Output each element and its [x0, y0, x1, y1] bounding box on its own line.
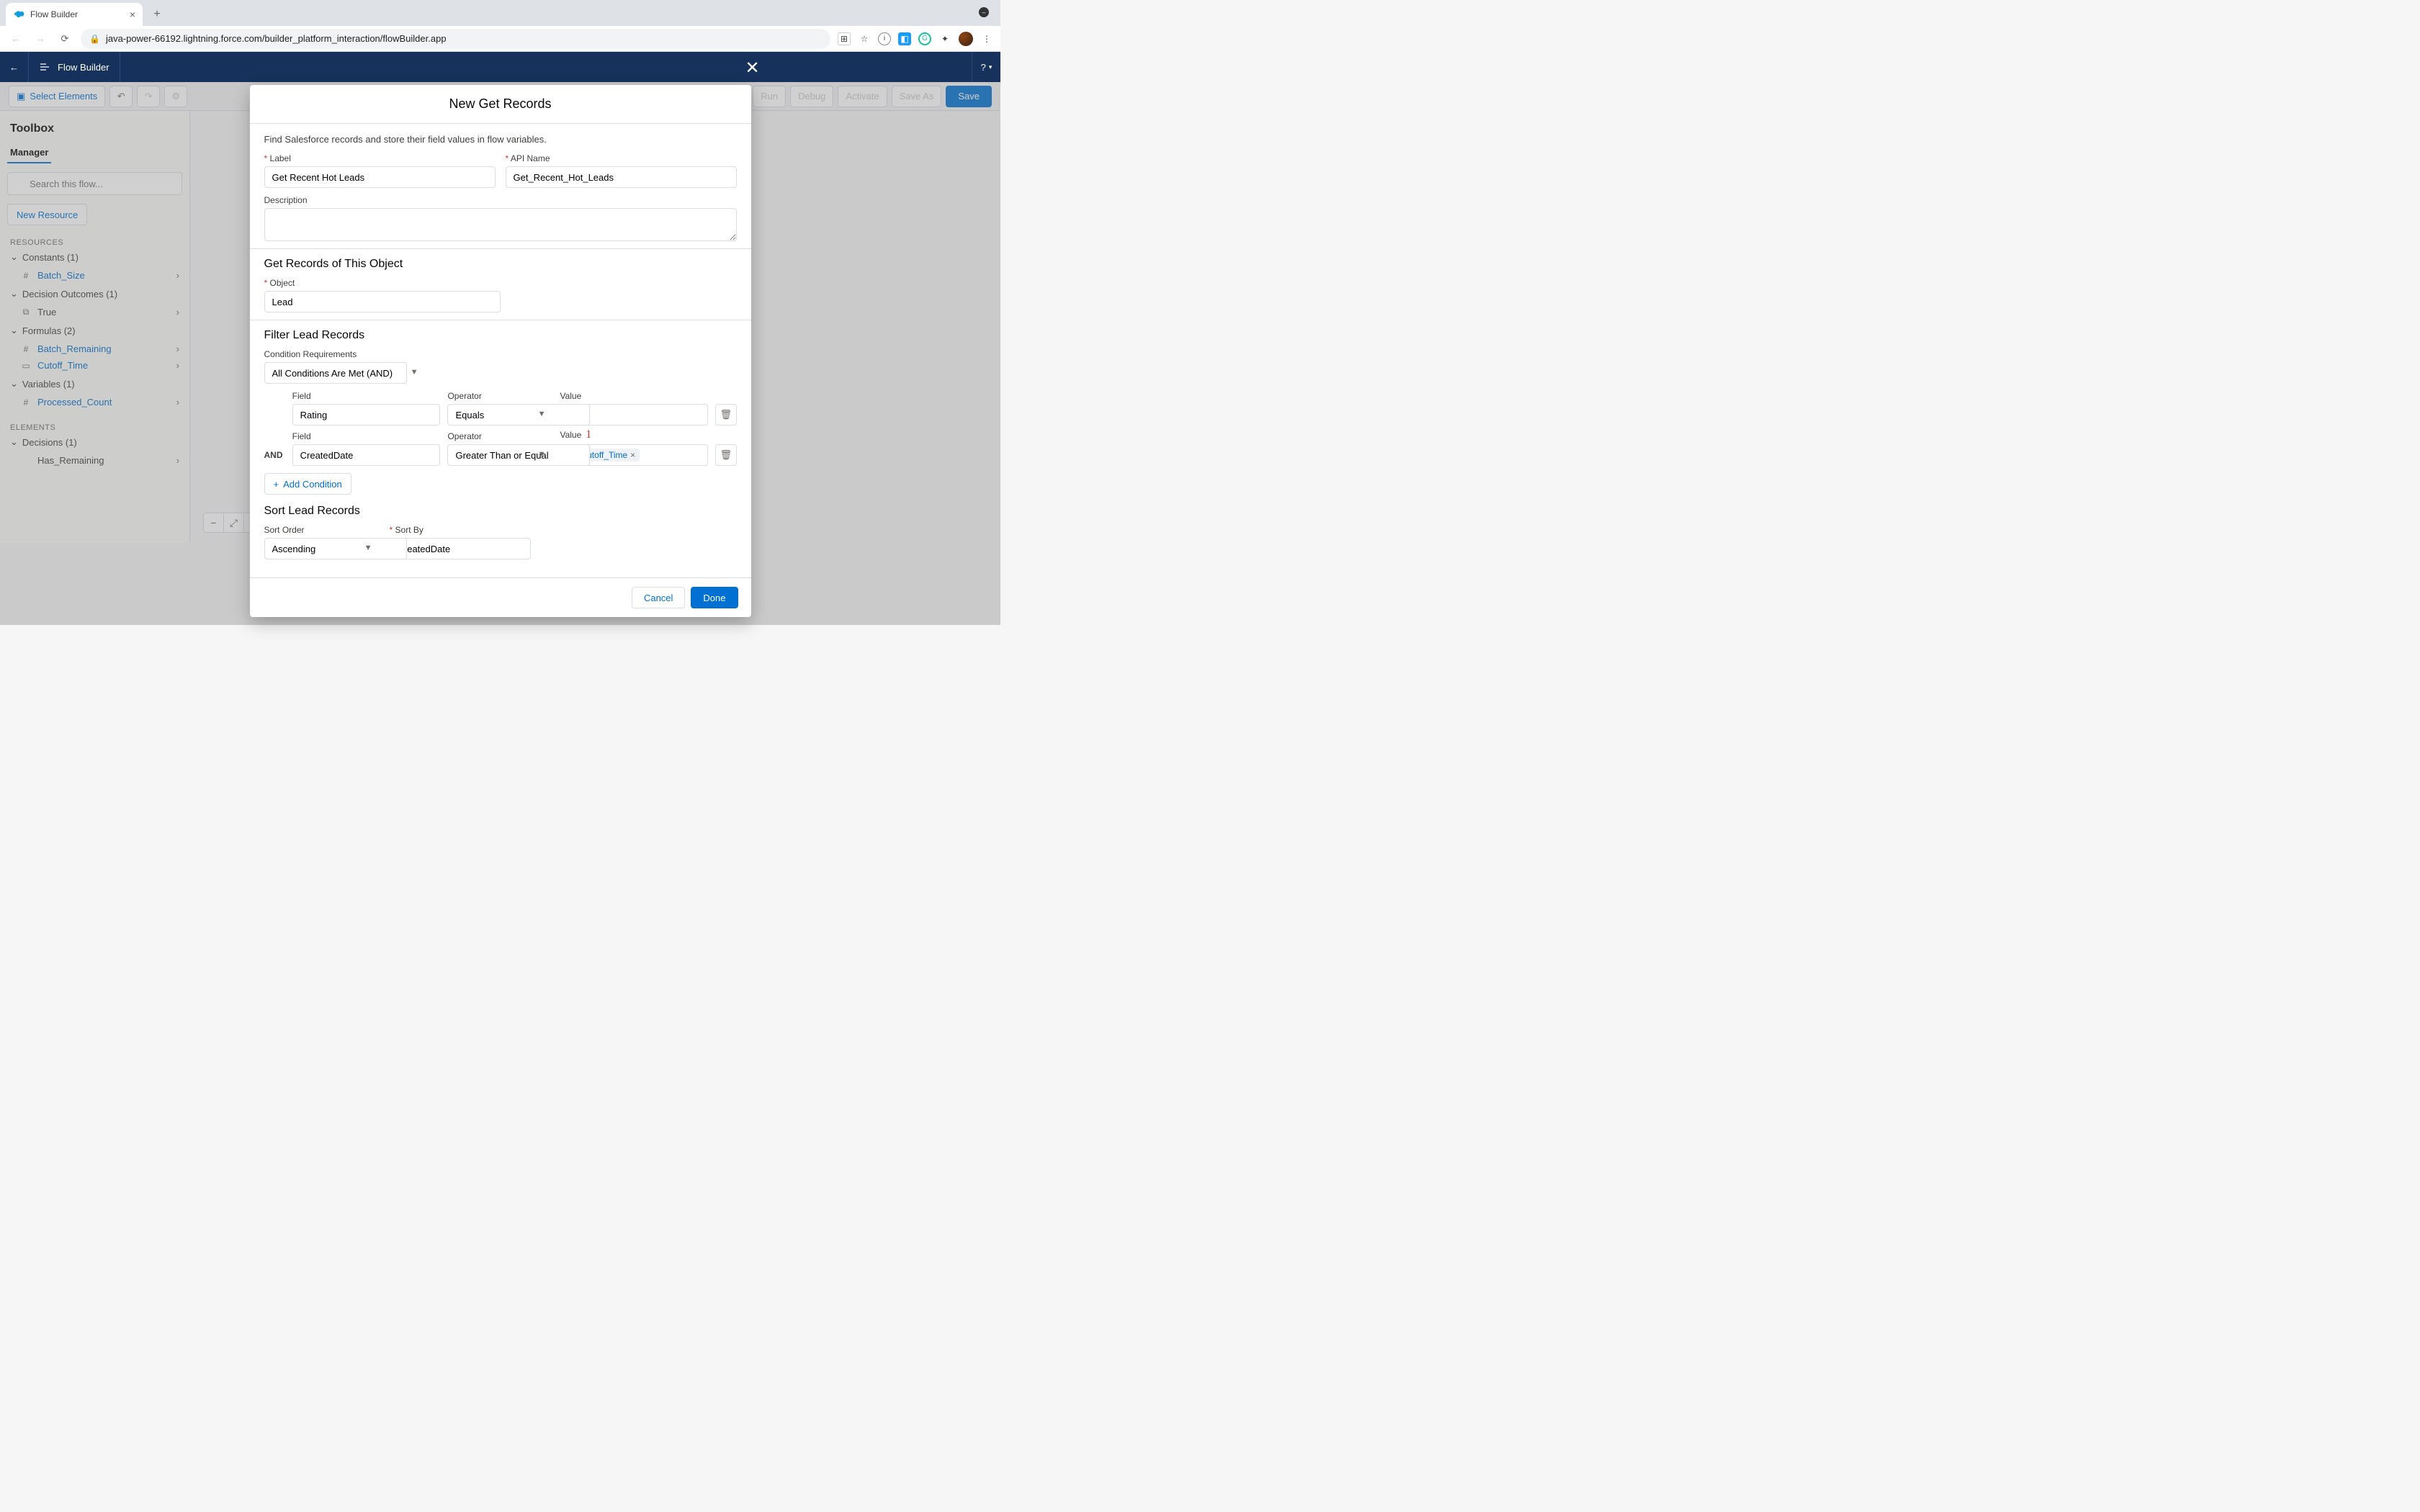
reload-icon[interactable]: ⟳: [56, 30, 73, 48]
and-label: AND: [264, 450, 285, 466]
tab-title: Flow Builder: [30, 9, 78, 19]
address-bar: ← → ⟳ 🔒 java-power-66192.lightning.force…: [0, 26, 1000, 52]
sort-by-label: * Sort By: [390, 525, 531, 535]
filter-section-header: Filter Lead Records: [250, 320, 751, 342]
delete-condition-button[interactable]: 🗑: [715, 404, 736, 426]
condition-operator-select[interactable]: [447, 404, 590, 426]
modal-close-x[interactable]: ✕: [745, 58, 760, 78]
salesforce-icon: [13, 9, 24, 20]
modal-title: New Get Records: [250, 85, 751, 124]
api-name-label: * API Name: [506, 153, 737, 163]
condition-req-select[interactable]: [264, 362, 407, 384]
modal-footer: Cancel Done: [250, 577, 751, 617]
condition-row: Field Operator ▼ Value 🗑: [264, 391, 737, 426]
url-text: java-power-66192.lightning.force.com/bui…: [106, 33, 447, 44]
plus-icon: +: [274, 479, 279, 490]
sort-by-input[interactable]: [390, 538, 531, 559]
sort-section-header: Sort Lead Records: [264, 505, 737, 518]
condition-req-label: Condition Requirements: [264, 349, 426, 359]
condition-field-input[interactable]: [292, 444, 441, 466]
browser-tab[interactable]: Flow Builder ×: [6, 3, 143, 26]
info-icon[interactable]: i: [878, 32, 891, 45]
new-tab-button[interactable]: +: [147, 4, 167, 24]
app-back-button[interactable]: ←: [0, 52, 29, 82]
extension-icons: ⊞ ☆ i ◧ G ✦ ⋮: [838, 32, 993, 46]
close-icon[interactable]: ×: [130, 9, 135, 20]
profile-avatar[interactable]: [959, 32, 973, 46]
remove-chip-icon[interactable]: ×: [630, 450, 635, 460]
star-icon[interactable]: ☆: [858, 32, 871, 45]
window-control-icon[interactable]: –: [979, 7, 989, 17]
url-field[interactable]: 🔒 java-power-66192.lightning.force.com/b…: [81, 29, 830, 49]
help-button[interactable]: ? ▾: [972, 52, 1000, 82]
extensions-icon[interactable]: ✦: [938, 32, 951, 45]
app-title: Flow Builder: [29, 52, 120, 82]
condition-row: AND Field Operator ▼ Value1 ▭: [264, 428, 737, 466]
translate-icon[interactable]: ⊞: [838, 32, 851, 45]
menu-icon[interactable]: ⋮: [980, 32, 993, 45]
chevron-down-icon: ▼: [411, 368, 418, 377]
browser-tabstrip: Flow Builder × + –: [0, 0, 1000, 26]
sort-order-select[interactable]: [264, 538, 407, 559]
modal-description: Find Salesforce records and store their …: [264, 134, 737, 145]
flow-icon: [39, 61, 50, 73]
object-input[interactable]: [264, 291, 501, 312]
label-input[interactable]: [264, 166, 496, 188]
get-records-modal: New Get Records Find Salesforce records …: [250, 85, 751, 617]
add-condition-button[interactable]: + Add Condition: [264, 473, 351, 495]
get-records-section-header: Get Records of This Object: [250, 248, 751, 271]
extension-icon-1[interactable]: ◧: [898, 32, 911, 45]
cancel-button[interactable]: Cancel: [632, 587, 685, 608]
app-header: ← Flow Builder ✕ ? ▾: [0, 52, 1000, 82]
sort-order-label: Sort Order: [264, 525, 380, 535]
grammarly-icon[interactable]: G: [918, 32, 931, 45]
label-field-label: * Label: [264, 153, 496, 163]
back-icon[interactable]: ←: [7, 30, 24, 48]
annotation-marker: 1: [586, 428, 591, 441]
delete-condition-button[interactable]: 🗑: [715, 444, 736, 466]
object-label: * Object: [264, 278, 501, 288]
api-name-input[interactable]: [506, 166, 737, 188]
trash-icon: 🗑: [720, 449, 732, 461]
description-label: Description: [264, 195, 737, 205]
lock-icon: 🔒: [89, 34, 100, 44]
trash-icon: 🗑: [720, 409, 732, 420]
description-input[interactable]: [264, 208, 737, 241]
forward-icon: →: [32, 30, 49, 48]
done-button[interactable]: Done: [691, 587, 738, 608]
condition-field-input[interactable]: [292, 404, 441, 426]
condition-operator-select[interactable]: [447, 444, 590, 466]
